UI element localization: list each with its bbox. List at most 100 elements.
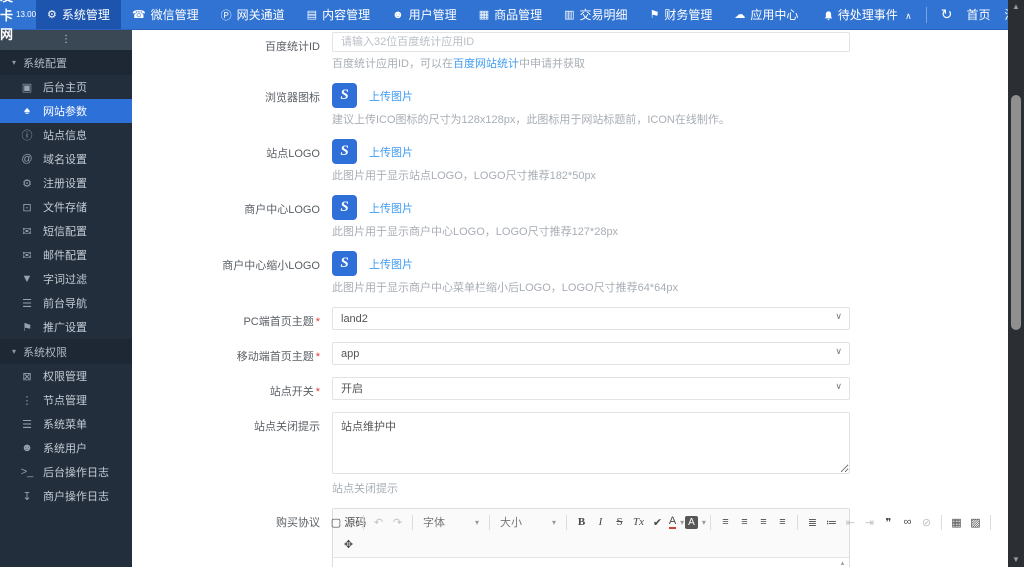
align-justify-button[interactable]: ≡: [774, 514, 791, 531]
field-help: 建议上传ICO图标的尺寸为128x128px，此图标用于网站标题前，ICON在线…: [332, 114, 730, 126]
nav-item-content[interactable]: ▤ 内容管理: [296, 0, 381, 29]
unlink-button[interactable]: ⊘: [918, 514, 935, 531]
divider: [941, 514, 942, 530]
outdent-button[interactable]: ⇤: [842, 514, 859, 531]
required-mark: *: [315, 316, 320, 328]
scroll-up-icon[interactable]: ▲: [1012, 0, 1020, 14]
ordered-list-button[interactable]: ≣: [804, 514, 821, 531]
upload-image-link[interactable]: 上传图片: [369, 88, 413, 104]
mobile-theme-select[interactable]: app: [332, 342, 850, 365]
nav-item-gateway[interactable]: Ⓟ 网关通道: [210, 0, 296, 29]
table-button[interactable]: ▦: [948, 514, 965, 531]
bg-color-button[interactable]: A ▾: [685, 514, 706, 531]
sidebar-item-site-info[interactable]: ⓘ 站点信息: [0, 123, 132, 147]
sidebar-item-merchant-log[interactable]: ↧ 商户操作日志: [0, 484, 132, 508]
format-painter-button[interactable]: ✔: [649, 514, 666, 531]
align-center-button[interactable]: ≡: [736, 514, 753, 531]
nav-item-finance[interactable]: ⚑ 财务管理: [639, 0, 724, 29]
scroll-down-icon[interactable]: ▼: [1012, 553, 1020, 567]
sidebar-section-system-permission[interactable]: ▾ 系统权限: [0, 339, 132, 364]
sidebar-item-website-params[interactable]: ♠ 网站参数: [0, 99, 132, 123]
editor-scrollbar: ▴: [838, 560, 847, 567]
redo-button[interactable]: ↷: [389, 514, 406, 531]
field-help: 此图片用于显示商户中心LOGO，LOGO尺寸推荐127*28px: [332, 226, 619, 238]
nav-item-users[interactable]: ☻ 用户管理: [381, 0, 468, 29]
field-label: 移动端首页主题: [236, 351, 314, 363]
sidebar-item-register[interactable]: ⚙ 注册设置: [0, 171, 132, 195]
upload-logo-icon[interactable]: S: [332, 139, 357, 164]
upload-image-link[interactable]: 上传图片: [369, 256, 413, 272]
sidebar-item-file-storage[interactable]: ⊡ 文件存储: [0, 195, 132, 219]
pc-theme-select[interactable]: land2: [332, 307, 850, 330]
upload-logo-icon[interactable]: S: [332, 251, 357, 276]
form-row-agreement: 购买协议 ▢ 源码 ↶ ↷ 字体 ▾ 大小 ▾ B I S Tx ✔ A ▾ A…: [132, 508, 1008, 567]
envelope-icon: ✉: [22, 249, 32, 262]
scroll-up-icon[interactable]: ▴: [838, 560, 847, 567]
text-color-button[interactable]: A ▾: [668, 514, 685, 531]
align-right-button[interactable]: ≡: [755, 514, 772, 531]
fullscreen-button[interactable]: ✥: [340, 536, 357, 553]
page-scrollbar-thumb[interactable]: [1011, 95, 1021, 330]
source-code-button[interactable]: ▢ 源码: [331, 514, 366, 531]
blockquote-button[interactable]: ❞: [880, 514, 897, 531]
baidu-id-input[interactable]: [332, 32, 850, 52]
sidebar-item-nodes[interactable]: ⋮ 节点管理: [0, 388, 132, 412]
agreement-editor-body[interactable]: 温馨提示：本站不提供任何担保、私下交易被骗一律与本站无关。 1、本平台仅提供自动…: [333, 558, 849, 567]
undo-button[interactable]: ↶: [370, 514, 387, 531]
unordered-list-button[interactable]: ≔: [823, 514, 840, 531]
divider: [566, 514, 567, 530]
site-switch-select[interactable]: 开启: [332, 377, 850, 400]
sidebar-item-front-nav[interactable]: ☰ 前台导航: [0, 291, 132, 315]
italic-button[interactable]: I: [592, 514, 609, 531]
sidebar-item-permission[interactable]: ⊠ 权限管理: [0, 364, 132, 388]
sidebar-section-system-config[interactable]: ▾ 系统配置: [0, 50, 132, 75]
link-button[interactable]: ∞: [899, 514, 916, 531]
bold-button[interactable]: B: [573, 514, 590, 531]
upload-logo-icon[interactable]: S: [332, 83, 357, 108]
sidebar-item-admin-log[interactable]: >_ 后台操作日志: [0, 460, 132, 484]
pending-events-button[interactable]: 待处理事件 ∧: [823, 6, 912, 23]
home-link[interactable]: 首页: [966, 6, 990, 23]
sidebar-item-domain[interactable]: @ 域名设置: [0, 147, 132, 171]
nav-item-apps[interactable]: ☁ 应用中心: [723, 0, 809, 29]
font-size-dropdown[interactable]: 大小 ▾: [496, 514, 560, 531]
document-icon: ▤: [306, 9, 318, 21]
lock-icon: ⊠: [22, 370, 32, 383]
form-row-favicon: 浏览器图标 S 上传图片 建议上传ICO图标的尺寸为128x128px，此图标用于…: [132, 83, 1008, 127]
divider: [363, 514, 364, 530]
agreement-editor: ▢ 源码 ↶ ↷ 字体 ▾ 大小 ▾ B I S Tx ✔ A ▾ A ▾ ≡ …: [331, 508, 991, 567]
sidebar-collapse-button[interactable]: ⋮: [0, 30, 132, 50]
field-help: 站点关闭提示: [332, 483, 398, 495]
sidebar-item-mail[interactable]: ✉ 邮件配置: [0, 243, 132, 267]
nav-item-goods[interactable]: ▦ 商品管理: [468, 0, 553, 29]
sidebar-item-dashboard[interactable]: ▣ 后台主页: [0, 75, 132, 99]
editor-toolbar: ▢ 源码 ↶ ↷ 字体 ▾ 大小 ▾ B I S Tx ✔ A ▾ A ▾ ≡ …: [331, 509, 991, 558]
image-button[interactable]: ▨: [967, 514, 984, 531]
remove-format-button[interactable]: Tx: [630, 514, 647, 531]
briefcase-icon: ▦: [478, 9, 490, 21]
indent-button[interactable]: ⇥: [861, 514, 878, 531]
align-left-button[interactable]: ≡: [717, 514, 734, 531]
upload-image-link[interactable]: 上传图片: [369, 200, 413, 216]
close-tip-textarea[interactable]: 站点维护中: [332, 412, 850, 474]
field-label: 商户中心LOGO: [244, 204, 320, 216]
sidebar-item-system-menu[interactable]: ☰ 系统菜单: [0, 412, 132, 436]
sidebar-item-sms[interactable]: ✉ 短信配置: [0, 219, 132, 243]
brand-title: 发卡网: [0, 0, 14, 42]
upload-image-link[interactable]: 上传图片: [369, 144, 413, 160]
nav-item-wechat[interactable]: ☎ 微信管理: [121, 0, 210, 29]
caret-up-icon: ∧: [905, 11, 912, 21]
form-row-baidu: 百度统计ID 百度统计应用ID，可以在百度网站统计中申请并获取: [132, 32, 1008, 71]
refresh-icon[interactable]: ↻: [941, 6, 953, 23]
baidu-stats-link[interactable]: 百度网站统计: [453, 58, 519, 70]
sidebar-item-promotion[interactable]: ⚑ 推广设置: [0, 315, 132, 339]
sidebar-item-system-users[interactable]: ☻ 系统用户: [0, 436, 132, 460]
upload-logo-icon[interactable]: S: [332, 195, 357, 220]
strikethrough-button[interactable]: S: [611, 514, 628, 531]
sidebar-item-word-filter[interactable]: ▼ 字词过滤: [0, 267, 132, 291]
nav-item-trades[interactable]: ▥ 交易明细: [553, 0, 638, 29]
info-icon: ⓘ: [21, 130, 33, 142]
nav-item-system[interactable]: ⚙ 系统管理: [36, 0, 121, 29]
font-family-dropdown[interactable]: 字体 ▾: [419, 514, 483, 531]
save-icon: ⊡: [22, 201, 32, 214]
